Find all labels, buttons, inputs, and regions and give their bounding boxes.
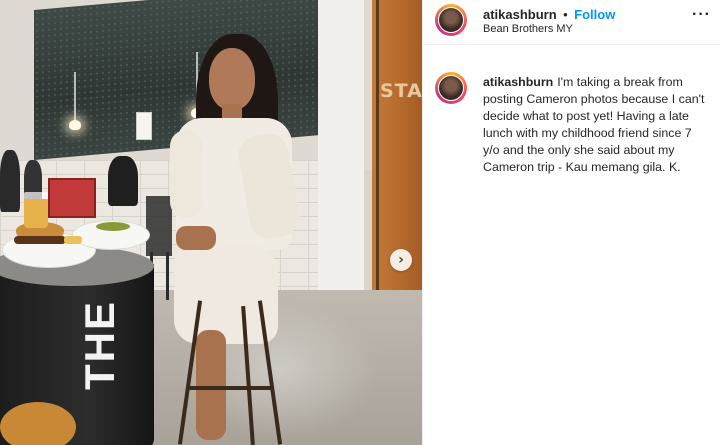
table-lettering: THE (76, 300, 123, 390)
post-side-panel: atikashburn • Follow Bean Brothers MY ··… (422, 0, 720, 445)
leg (196, 330, 226, 440)
stool-seat (0, 402, 76, 445)
header-title-line: atikashburn • Follow (483, 6, 615, 24)
fries (64, 236, 82, 244)
lamp-bulb (69, 120, 81, 130)
background-chair (146, 196, 172, 256)
profile-avatar[interactable] (435, 4, 467, 36)
more-options-icon[interactable]: ··· (692, 6, 711, 24)
salad (96, 222, 130, 231)
sleeve (170, 130, 202, 218)
burger-patty (14, 236, 66, 244)
background-person (108, 156, 138, 206)
wooden-door (372, 0, 422, 320)
door-sign: STA (380, 80, 422, 102)
background-person (0, 150, 20, 212)
caption-username[interactable]: atikashburn (483, 75, 553, 89)
location-link[interactable]: Bean Brothers MY (483, 23, 573, 35)
post-photo[interactable]: STA THE › (0, 0, 422, 445)
door-rail (376, 0, 379, 320)
red-box (48, 178, 96, 218)
pillar (318, 0, 364, 310)
chevron-right-icon: › (398, 252, 404, 268)
caption-avatar[interactable] (435, 72, 467, 104)
chair-leg (166, 252, 169, 300)
caption-text: I'm taking a break from posting Cameron … (483, 75, 705, 174)
face (209, 48, 255, 110)
lamp-cord (74, 72, 76, 120)
drink-glass (24, 192, 48, 228)
post-caption: atikashburn I'm taking a break from posti… (483, 74, 711, 176)
follow-button[interactable]: Follow (574, 7, 615, 22)
separator-dot: • (563, 7, 568, 22)
post-header: atikashburn • Follow Bean Brothers MY ··… (423, 0, 720, 45)
stool-ring (186, 386, 272, 390)
next-photo-button[interactable]: › (390, 249, 412, 271)
hands (176, 226, 216, 250)
username-link[interactable]: atikashburn (483, 7, 557, 22)
wall-notice (136, 112, 152, 140)
